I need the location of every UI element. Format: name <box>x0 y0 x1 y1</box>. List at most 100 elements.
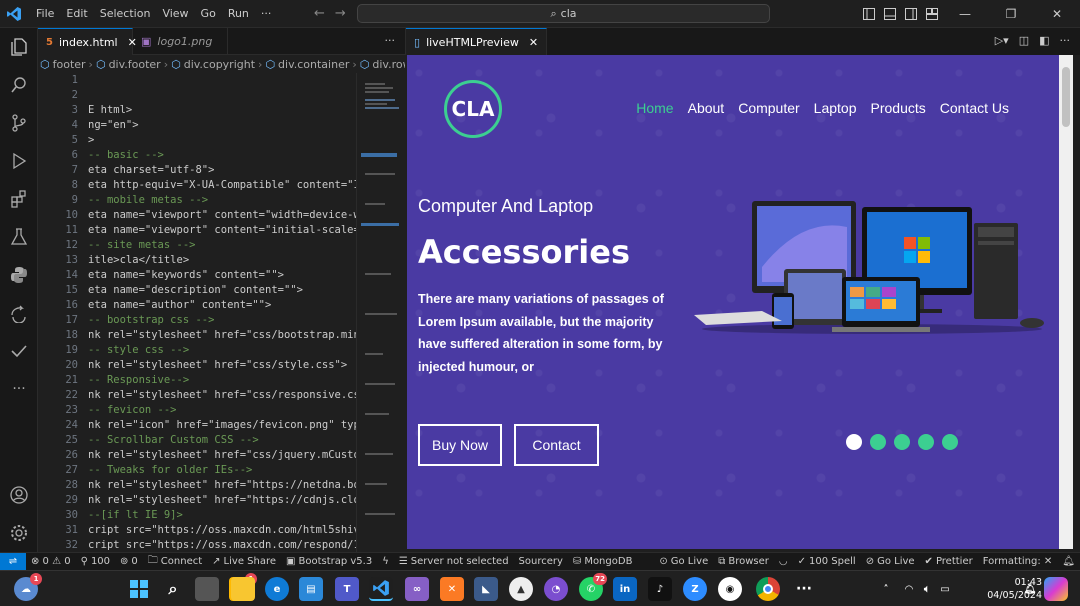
code-line[interactable]: nk rel="stylesheet" href="css/jquery.mCu… <box>88 448 358 463</box>
github-icon[interactable]: ◉ <box>718 577 742 601</box>
site-logo[interactable]: CLA <box>444 80 502 138</box>
vscode-taskbar-icon[interactable] <box>369 577 393 601</box>
preview-scrollbar[interactable] <box>1059 55 1073 549</box>
minimap[interactable] <box>356 73 405 552</box>
explorer-icon[interactable] <box>0 28 38 66</box>
breadcrumb-item[interactable]: div.row <box>372 58 405 71</box>
browser-status[interactable]: ⧉ Browser <box>713 556 774 567</box>
buy-now-button[interactable]: Buy Now <box>418 424 502 466</box>
code-line[interactable]: -- bootstrap css --> <box>88 313 358 328</box>
menu-file[interactable]: File <box>30 7 60 20</box>
tab-index-html[interactable]: 5 index.html ✕ <box>38 28 137 55</box>
menu-selection[interactable]: Selection <box>94 7 157 20</box>
extensions-icon[interactable] <box>0 180 38 218</box>
breadcrumb-item[interactable]: div.container <box>278 58 349 71</box>
code-line[interactable] <box>88 73 358 88</box>
close-tab-icon[interactable]: ✕ <box>529 36 538 49</box>
code-line[interactable]: eta charset="utf-8"> <box>88 163 358 178</box>
server-status[interactable]: ☰ Server not selected <box>394 556 514 567</box>
tray-chevron-icon[interactable]: ˄ <box>874 577 898 601</box>
chrome-icon[interactable] <box>756 577 780 601</box>
carousel-dot[interactable] <box>846 434 862 450</box>
more-taskbar-icon[interactable]: ··· <box>792 577 816 601</box>
breadcrumb-item[interactable]: footer <box>53 58 86 71</box>
android-studio-icon[interactable]: ◣ <box>474 577 498 601</box>
go-live-status-2[interactable]: ⊘ Go Live <box>861 556 920 567</box>
checkmark-icon[interactable] <box>0 332 38 370</box>
testing-flask-icon[interactable] <box>0 218 38 256</box>
code-editor[interactable]: 1 2 3 4 5 6 7 8 9 10 11 12 13 14 15 16 17 18 19 20 21 22 23 24 2… <box>38 73 405 552</box>
nav-laptop[interactable]: Laptop <box>814 100 857 116</box>
code-line[interactable]: -- Responsive--> <box>88 373 358 388</box>
tab-live-html-preview[interactable]: ▯ liveHTMLPreview ✕ <box>406 28 548 55</box>
restore-button[interactable]: ❐ <box>988 0 1034 28</box>
menu-more[interactable]: ··· <box>255 7 278 20</box>
code-line[interactable]: -- mobile metas --> <box>88 193 358 208</box>
contact-button[interactable]: Contact <box>514 424 599 466</box>
mongodb-status[interactable]: ⛁ MongoDB <box>568 556 638 567</box>
back-arrow-icon[interactable]: ← <box>314 6 325 21</box>
teams-icon[interactable]: T <box>335 577 359 601</box>
nav-home[interactable]: Home <box>636 100 673 116</box>
menu-go[interactable]: Go <box>195 7 222 20</box>
scrollbar-thumb[interactable] <box>1062 67 1070 127</box>
code-line[interactable]: nk rel="icon" href="images/fevicon.png" … <box>88 418 358 433</box>
whatsapp-icon[interactable]: ✆ 72 <box>579 573 607 601</box>
code-line[interactable]: -- Scrollbar Custom CSS --> <box>88 433 358 448</box>
nav-contact-us[interactable]: Contact Us <box>940 100 1009 116</box>
remote-explorer-icon[interactable] <box>0 294 38 332</box>
radio-status[interactable]: ⊚ 0 <box>115 556 143 567</box>
more-actions-icon[interactable]: ··· <box>1060 34 1071 47</box>
connect-status[interactable]: 🗀 Connect <box>143 553 207 570</box>
task-view-icon[interactable] <box>195 577 219 601</box>
python-icon[interactable] <box>0 256 38 294</box>
problems-status[interactable]: ⊗ 0 ⚠ 0 <box>26 556 76 567</box>
toggle-secondary-sidebar-icon[interactable] <box>900 0 921 28</box>
run-icon[interactable]: ▷▾ <box>995 34 1009 47</box>
code-line[interactable]: eta http-equiv="X-UA-Compatible" content… <box>88 178 358 193</box>
folder-icon[interactable] <box>231 577 255 601</box>
store-icon[interactable]: ▤ <box>299 577 323 601</box>
github-desktop-icon[interactable]: ◔ <box>544 577 568 601</box>
account-icon[interactable] <box>0 476 38 514</box>
prettier-status[interactable]: ✔ Prettier <box>920 556 978 567</box>
minimize-button[interactable]: — <box>942 0 988 28</box>
code-line[interactable]: -- style css --> <box>88 343 358 358</box>
code-line[interactable]: cript src="https://oss.maxcdn.com/html5s… <box>88 523 358 538</box>
source-control-icon[interactable] <box>0 104 38 142</box>
sync-status[interactable]: ◡ <box>774 556 793 567</box>
code-line[interactable]: nk rel="stylesheet" href="css/responsive… <box>88 388 358 403</box>
code-line[interactable]: eta name="description" content=""> <box>88 283 358 298</box>
carousel-dot[interactable] <box>942 434 958 450</box>
notification-bell-icon[interactable]: 🔔︎ <box>1018 577 1042 601</box>
formatting-status[interactable]: Formatting: ✕ <box>978 556 1058 567</box>
remote-indicator-icon[interactable]: ⇌ <box>0 552 26 571</box>
lightning-status[interactable]: ϟ <box>377 556 394 567</box>
carousel-dot[interactable] <box>894 434 910 450</box>
toggle-panel-icon[interactable] <box>879 0 900 28</box>
menu-edit[interactable]: Edit <box>60 7 93 20</box>
breadcrumb-item[interactable]: div.footer <box>109 58 161 71</box>
nav-computer[interactable]: Computer <box>738 100 799 116</box>
settings-gear-icon[interactable] <box>0 514 38 552</box>
code-line[interactable]: ng="en"> <box>88 118 358 133</box>
ports-status[interactable]: ⚲ 100 <box>76 556 115 567</box>
tab-logo1-png[interactable]: ▣ logo1.png <box>133 28 228 55</box>
search-taskbar-icon[interactable]: ⌕ <box>161 577 185 601</box>
more-icon[interactable]: ··· <box>0 370 38 408</box>
toggle-primary-sidebar-icon[interactable] <box>858 0 879 28</box>
command-center-search[interactable]: ⌕ cla <box>357 4 770 23</box>
code-line[interactable]: eta name="viewport" content="initial-sca… <box>88 223 358 238</box>
battery-icon[interactable]: ▭ <box>933 577 957 601</box>
code-line[interactable]: > <box>88 133 358 148</box>
code-line[interactable]: eta name="keywords" content=""> <box>88 268 358 283</box>
carousel-dot[interactable] <box>918 434 934 450</box>
nav-about[interactable]: About <box>688 100 725 116</box>
code-line[interactable]: cript src="https://oss.maxcdn.com/respon… <box>88 538 358 552</box>
visual-studio-icon[interactable]: ∞ <box>405 577 429 601</box>
code-line[interactable]: -- Tweaks for older IEs--> <box>88 463 358 478</box>
code-line[interactable]: -- basic --> <box>88 148 358 163</box>
breadcrumb-item[interactable]: div.copyright <box>184 58 255 71</box>
close-window-button[interactable]: ✕ <box>1034 0 1080 28</box>
xampp-icon[interactable]: ✕ <box>440 577 464 601</box>
